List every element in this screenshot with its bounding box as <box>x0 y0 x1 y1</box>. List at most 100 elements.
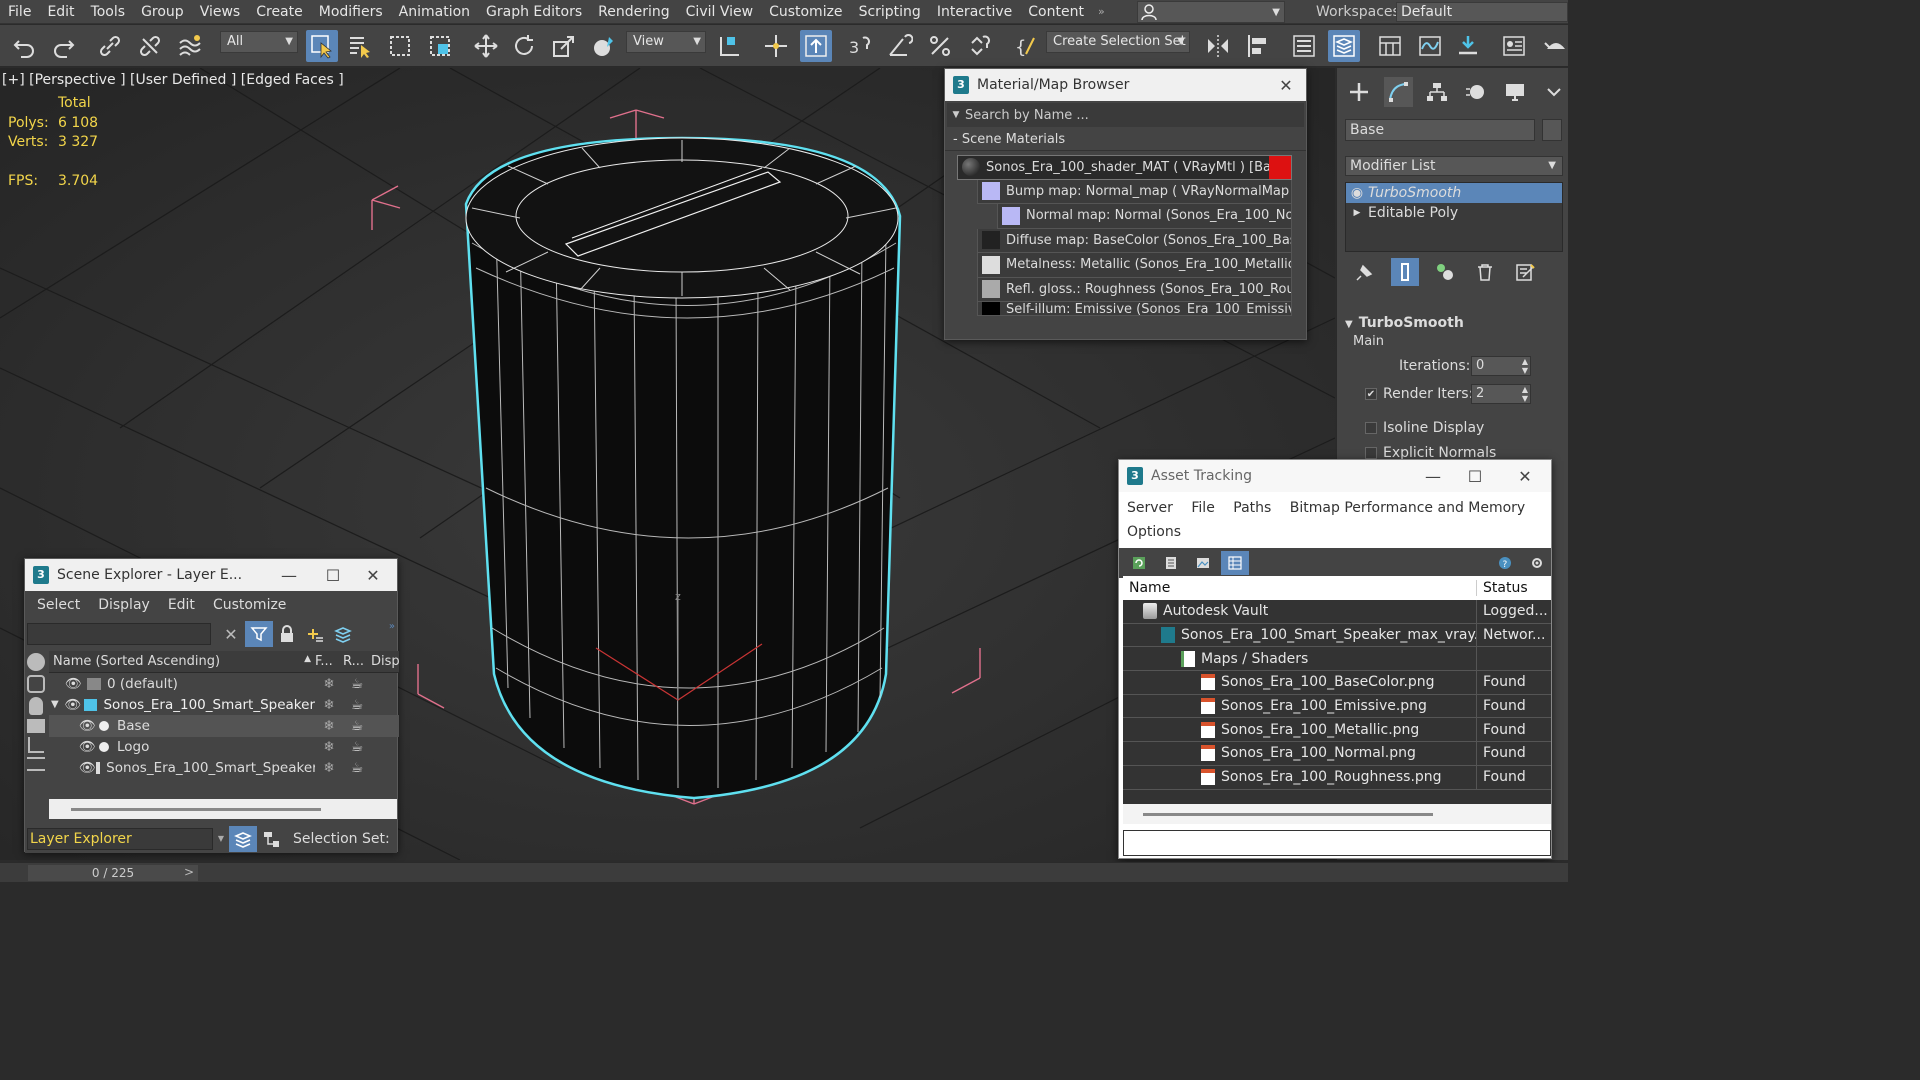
material-item[interactable]: Normal map: Normal (Sonos_Era_100_Nor... <box>997 204 1292 229</box>
rollout-header[interactable]: ▼ TurboSmooth <box>1345 312 1563 334</box>
unlink-button[interactable] <box>134 30 166 62</box>
material-item[interactable]: Diffuse map: BaseColor (Sonos_Era_100_Ba… <box>977 228 1292 253</box>
modify-tab[interactable] <box>1383 77 1413 107</box>
modifier-stack-item[interactable]: ▶ Editable Poly <box>1346 203 1562 223</box>
hierarchy-toggle[interactable] <box>257 826 285 852</box>
utilities-tab[interactable] <box>1539 77 1568 107</box>
eye-icon[interactable]: 👁 <box>79 718 99 734</box>
table-row[interactable]: Sonos_Era_100_Roughness.png Found <box>1123 765 1551 790</box>
overflow-chevron-icon[interactable]: » <box>389 621 395 632</box>
layers-toggle-button[interactable] <box>329 621 357 647</box>
reference-coordinate-dropdown[interactable]: View ▼ <box>626 31 706 53</box>
spinner-arrows-icon[interactable]: ▲ ▼ <box>1522 385 1528 403</box>
freeze-icon[interactable]: ❄ <box>315 760 343 776</box>
undo-button[interactable] <box>8 30 40 62</box>
configure-sets-button[interactable] <box>1511 258 1539 286</box>
material-item[interactable]: Metalness: Metallic (Sonos_Era_100_Metal… <box>977 253 1292 278</box>
snaps-toggle-button[interactable]: 3 <box>844 30 876 62</box>
scrollbar-thumb[interactable] <box>71 808 321 811</box>
menu-modifiers[interactable]: Modifiers <box>311 0 391 24</box>
at-col-status[interactable]: Status <box>1477 580 1528 596</box>
spinner-snap-button[interactable] <box>964 30 996 62</box>
toggle-ribbon-button[interactable] <box>1374 30 1406 62</box>
se-col-freeze[interactable]: F... <box>315 654 343 669</box>
table-row[interactable]: Sonos_Era_100_Emissive.png Found <box>1123 694 1551 719</box>
minimize-button[interactable]: — <box>269 559 309 591</box>
se-col-render[interactable]: R... <box>343 654 371 669</box>
menu-interactive[interactable]: Interactive <box>929 0 1020 24</box>
rectangular-selection-button[interactable] <box>384 30 416 62</box>
freeze-icon[interactable]: ❄ <box>315 718 343 734</box>
isoline-checkbox[interactable] <box>1365 422 1377 434</box>
menu-edit[interactable]: Edit <box>39 0 82 24</box>
window-crossing-button[interactable] <box>424 30 456 62</box>
eye-icon[interactable]: 👁 <box>79 760 96 776</box>
asset-path-field[interactable] <box>1123 830 1551 856</box>
layer-explorer-toggle[interactable] <box>229 826 257 852</box>
render-teapot-icon[interactable]: ☕ <box>343 760 371 776</box>
table-row[interactable]: Sonos_Era_100_Smart_Speaker_max_vray.max… <box>1123 623 1551 648</box>
explorer-type-dropdown[interactable]: Layer Explorer ▼ <box>27 828 224 850</box>
scene-explorer-titlebar[interactable]: 3 Scene Explorer - Layer E... — ☐ ✕ <box>25 559 397 591</box>
create-selection-set-dropdown[interactable]: Create Selection Set ▼ <box>1046 31 1190 53</box>
asset-tracking-titlebar[interactable]: 3 Asset Tracking — ☐ ✕ <box>1119 460 1551 492</box>
list-view-button[interactable] <box>1157 551 1185 575</box>
freeze-icon[interactable]: ❄ <box>315 697 343 713</box>
close-button[interactable]: ✕ <box>1505 460 1545 492</box>
se-menu-edit[interactable]: Edit <box>168 597 195 613</box>
motion-tab[interactable] <box>1461 77 1490 107</box>
align-button[interactable] <box>1242 30 1274 62</box>
se-menu-customize[interactable]: Customize <box>213 597 287 613</box>
at-menu-server[interactable]: Server <box>1127 500 1173 516</box>
iterations-spinner[interactable]: 0 ▲ ▼ <box>1471 356 1531 376</box>
keyboard-shortcut-override-button[interactable] <box>800 30 832 62</box>
render-setup-button[interactable] <box>1540 30 1572 62</box>
material-item[interactable]: Self-illum: Emissive (Sonos_Era_100_Emis… <box>977 302 1292 316</box>
table-row[interactable]: Sonos_Era_100_Metallic.png Found <box>1123 718 1551 743</box>
pin-stack-button[interactable] <box>1351 258 1379 286</box>
create-tab[interactable] <box>1345 77 1374 107</box>
material-item[interactable]: Sonos_Era_100_shader_MAT ( VRayMtl ) [Ba… <box>957 155 1292 180</box>
chevron-right-icon[interactable]: > <box>184 865 194 879</box>
eye-icon[interactable]: 👁 <box>65 676 87 692</box>
menu-create[interactable]: Create <box>248 0 311 24</box>
mirror-button[interactable] <box>1202 30 1234 62</box>
menu-overflow-chevron[interactable]: » <box>1092 5 1111 18</box>
close-button[interactable]: ✕ <box>1266 69 1306 101</box>
redo-button[interactable] <box>48 30 80 62</box>
modifier-list-dropdown[interactable]: Modifier List ▼ <box>1345 156 1563 176</box>
eye-icon[interactable]: ◉ <box>1346 183 1368 203</box>
explicit-normals-checkbox[interactable] <box>1365 447 1377 459</box>
maximize-button[interactable]: ☐ <box>313 559 353 591</box>
maximize-button[interactable]: ☐ <box>1455 460 1495 492</box>
curve-editor-button[interactable] <box>1414 30 1446 62</box>
menu-civil-view[interactable]: Civil View <box>678 0 761 24</box>
render-iters-checkbox[interactable]: ✔ <box>1365 388 1377 400</box>
object-name-field[interactable]: Base <box>1345 119 1535 141</box>
chevron-right-icon[interactable]: ▶ <box>1346 203 1368 223</box>
refresh-button[interactable] <box>1125 551 1153 575</box>
remove-modifier-button[interactable] <box>1471 258 1499 286</box>
menu-content[interactable]: Content <box>1020 0 1092 24</box>
se-menu-display[interactable]: Display <box>98 597 150 613</box>
filter-spacewarps-icon[interactable] <box>27 757 45 771</box>
show-end-result-button[interactable] <box>1391 258 1419 286</box>
modifier-stack-item[interactable]: ◉ TurboSmooth <box>1346 183 1562 203</box>
lock-button[interactable] <box>273 621 301 647</box>
material-browser-titlebar[interactable]: 3 Material/Map Browser ✕ <box>945 69 1306 101</box>
close-button[interactable]: ✕ <box>353 559 393 591</box>
freeze-icon[interactable]: ❄ <box>315 676 343 692</box>
select-manipulate-button[interactable] <box>760 30 792 62</box>
link-button[interactable] <box>94 30 126 62</box>
help-button[interactable]: ? <box>1491 551 1519 575</box>
table-row[interactable]: Maps / Shaders <box>1123 647 1551 672</box>
at-menu-options[interactable]: Options <box>1127 524 1181 540</box>
workspace-dropdown[interactable]: Default <box>1396 2 1568 22</box>
eye-icon[interactable]: 👁 <box>79 739 99 755</box>
eye-icon[interactable]: 👁 <box>65 697 84 713</box>
menu-animation[interactable]: Animation <box>391 0 478 24</box>
schematic-view-button[interactable] <box>1452 30 1484 62</box>
object-color-swatch[interactable] <box>1542 119 1562 141</box>
material-editor-button[interactable] <box>1498 30 1530 62</box>
scale-button[interactable] <box>548 30 580 62</box>
